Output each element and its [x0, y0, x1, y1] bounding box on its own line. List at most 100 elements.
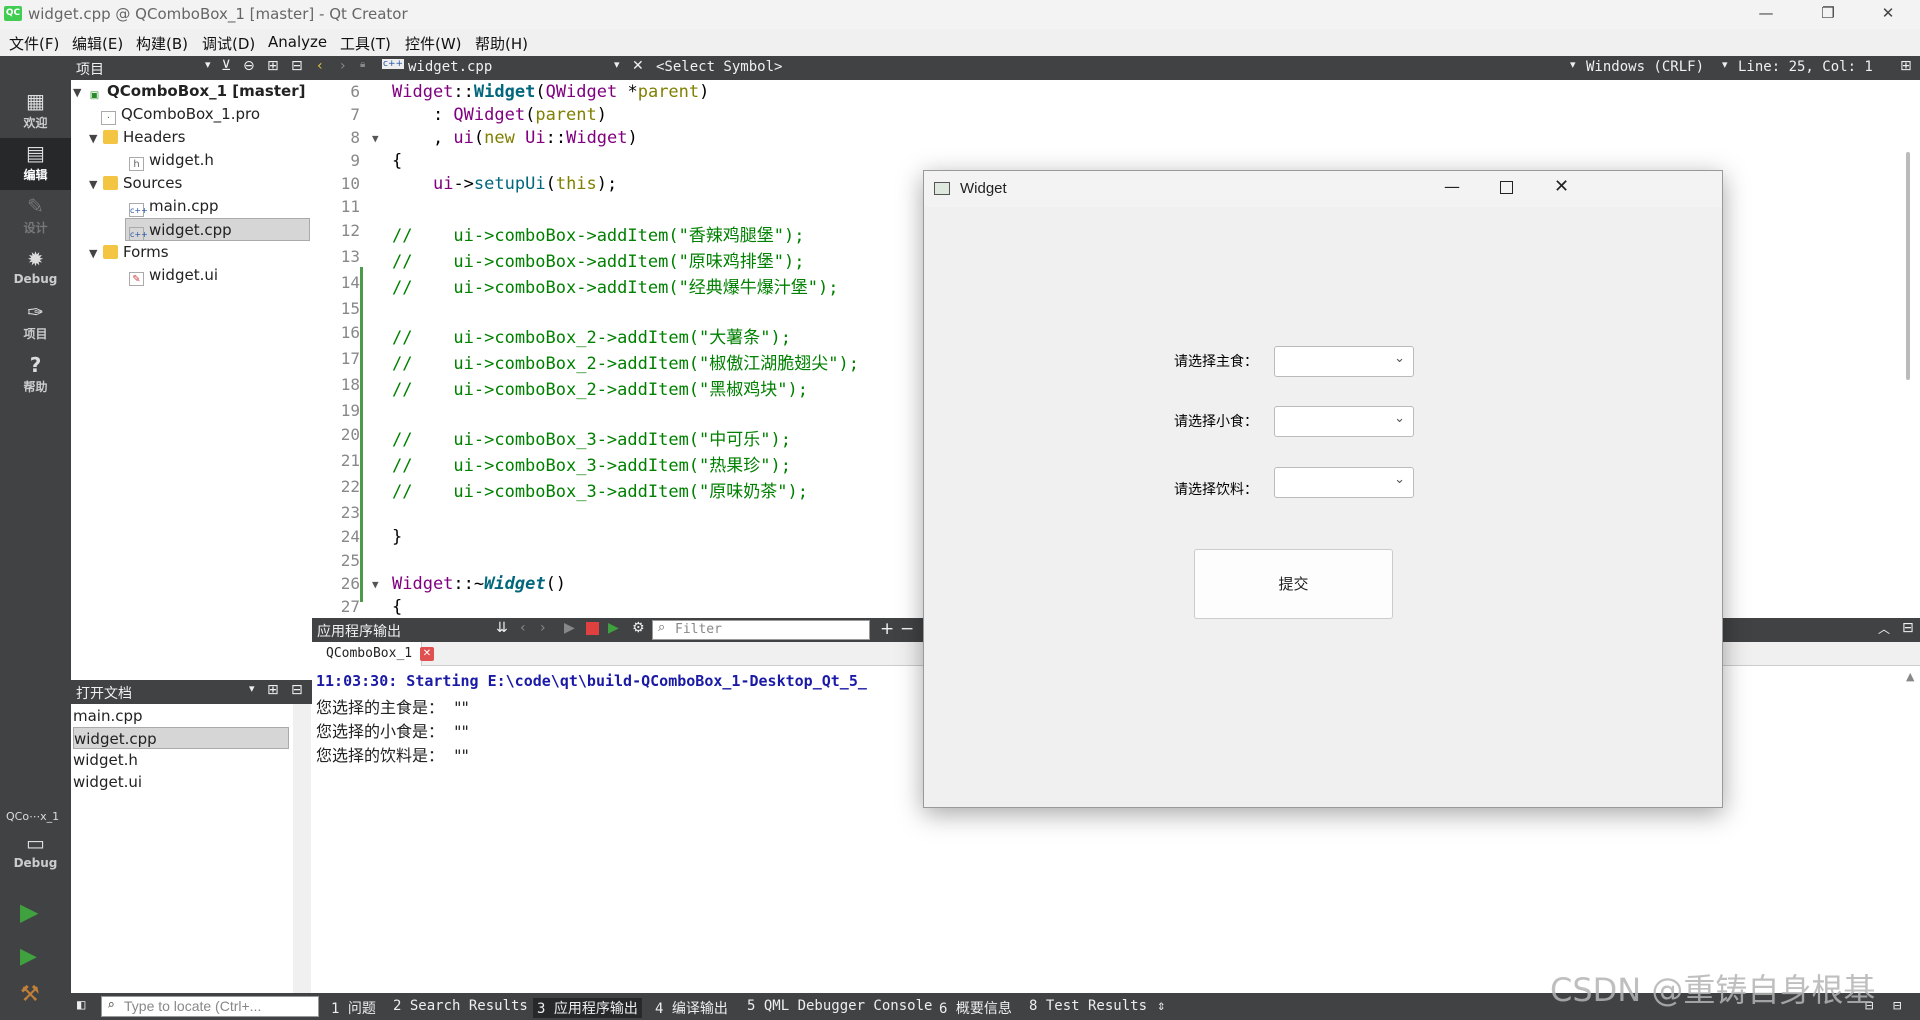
status-tab-qml[interactable]: 5 QML Debugger Console: [747, 998, 932, 1014]
debug-icon[interactable]: ▶: [608, 620, 619, 636]
maximize-pane-icon[interactable]: ︿: [1878, 620, 1890, 637]
status-tab-compile[interactable]: 4 编译输出: [655, 998, 728, 1018]
dropdown-icon[interactable]: ▾: [205, 58, 211, 71]
open-doc-item[interactable]: main.cpp: [73, 705, 289, 727]
project-pane-title[interactable]: 项目: [76, 59, 104, 79]
menu-build[interactable]: 构建(B): [136, 33, 188, 54]
open-doc-item[interactable]: widget.ui: [73, 771, 289, 793]
symbol-dropdown-icon[interactable]: ▾: [1570, 58, 1576, 71]
mode-help[interactable]: ? 帮助: [0, 350, 71, 402]
restore-button[interactable]: ❐: [1800, 0, 1856, 29]
filter-icon[interactable]: ⊻: [221, 58, 231, 74]
encoding-dropdown-icon[interactable]: ▾: [1722, 58, 1728, 71]
menu-help[interactable]: 帮助(H): [475, 33, 528, 54]
menu-file[interactable]: 文件(F): [9, 33, 59, 54]
submit-button[interactable]: 提交: [1194, 549, 1393, 619]
prev-icon[interactable]: ‹: [520, 620, 526, 636]
tree-forms-folder[interactable]: ▼ Forms: [89, 241, 169, 264]
debug-run-button[interactable]: ▶: [20, 944, 37, 969]
split-icon[interactable]: ⊞: [1900, 58, 1912, 74]
open-docs-title[interactable]: 打开文档: [76, 683, 132, 703]
attach-icon[interactable]: ⇊: [496, 620, 508, 636]
cursor-position[interactable]: Line: 25, Col: 1: [1738, 59, 1873, 75]
mode-debug[interactable]: ✹ Debug: [0, 244, 71, 296]
line-ending[interactable]: Windows (CRLF): [1586, 59, 1704, 75]
tree-widget-h[interactable]: h widget.h: [129, 149, 214, 172]
line-number: 18: [340, 375, 360, 394]
main-food-combobox[interactable]: ⌄: [1274, 346, 1414, 377]
forward-icon[interactable]: ›: [340, 58, 346, 74]
settings-gear-icon[interactable]: ⚙: [632, 620, 645, 636]
output-toggle-icon[interactable]: ⊟: [1893, 998, 1901, 1014]
status-tab-general[interactable]: 6 概要信息: [939, 998, 1012, 1018]
locator-input[interactable]: Type to locate (Ctrl+...: [101, 996, 319, 1017]
fold-marker-icon[interactable]: ▼: [372, 578, 379, 591]
dropdown-icon[interactable]: ▾: [249, 682, 255, 695]
zoom-in-icon[interactable]: +: [880, 619, 894, 639]
line-number: 10: [340, 174, 360, 193]
mode-design[interactable]: ✎ 设计: [0, 191, 71, 243]
output-tab[interactable]: QComboBox_1: [312, 642, 422, 666]
rerun-icon[interactable]: ▶: [564, 620, 575, 636]
split-icon[interactable]: ⊞: [267, 58, 279, 74]
menu-controls[interactable]: 控件(W): [405, 33, 462, 54]
zoom-out-icon[interactable]: −: [900, 619, 914, 639]
close-tab-icon[interactable]: ✕: [420, 647, 434, 661]
scrollbar[interactable]: [293, 704, 311, 994]
tree-headers-folder[interactable]: ▼ Headers: [89, 126, 185, 149]
current-file[interactable]: widget.cpp: [408, 59, 492, 75]
status-tab-app-output[interactable]: 3 应用程序输出: [533, 998, 642, 1018]
status-tab-search[interactable]: 2 Search Results: [393, 998, 528, 1014]
tree-main-cpp[interactable]: c++main.cpp: [129, 195, 219, 218]
open-doc-item[interactable]: widget.h: [73, 749, 289, 771]
split-icon[interactable]: ⊞: [267, 682, 279, 698]
toggle-sidebar-icon[interactable]: ◧: [77, 997, 85, 1013]
pencil-icon: ✎: [27, 194, 44, 218]
file-dropdown-icon[interactable]: ▾: [614, 58, 620, 71]
kit-selector[interactable]: ▭ Debug: [0, 828, 71, 880]
stop-icon[interactable]: [586, 622, 599, 635]
snack-combobox[interactable]: ⌄: [1274, 406, 1414, 437]
back-icon[interactable]: ‹: [317, 58, 323, 74]
open-doc-item[interactable]: widget.cpp: [73, 727, 289, 749]
symbol-selector[interactable]: <Select Symbol>: [656, 59, 782, 75]
collapse-icon: ▼: [89, 247, 98, 260]
menu-edit[interactable]: 编辑(E): [72, 33, 123, 54]
more-tabs-icon[interactable]: ⇕: [1157, 998, 1165, 1014]
status-tab-tests[interactable]: 8 Test Results: [1029, 998, 1147, 1014]
line-number: 7: [350, 105, 360, 124]
status-tab-issues[interactable]: 1 问题: [331, 998, 376, 1018]
tree-pro-file[interactable]: · QComboBox_1.pro: [101, 103, 260, 126]
editor-scrollbar[interactable]: [1906, 152, 1910, 380]
close-pane-icon[interactable]: ⊟: [1902, 620, 1914, 636]
tree-widget-ui[interactable]: ✎ widget.ui: [129, 264, 218, 287]
close-pane-icon[interactable]: ⊟: [291, 58, 303, 74]
fold-marker-icon[interactable]: ▼: [372, 132, 379, 145]
next-icon[interactable]: ›: [540, 620, 546, 636]
tree-widget-cpp[interactable]: c++widget.cpp: [125, 218, 310, 241]
menu-analyze[interactable]: Analyze: [268, 33, 327, 51]
output-filter-input[interactable]: Filter: [652, 620, 870, 640]
menu-debug[interactable]: 调试(D): [202, 33, 255, 54]
minimize-button[interactable]: —: [1738, 0, 1794, 29]
mode-projects[interactable]: ✑ 项目: [0, 297, 71, 349]
scroll-up-icon[interactable]: ▲: [1906, 670, 1914, 683]
drink-combobox[interactable]: ⌄: [1274, 467, 1414, 498]
tree-sources-folder[interactable]: ▼ Sources: [89, 172, 182, 195]
mode-edit[interactable]: ▤ 编辑: [0, 138, 71, 190]
mode-welcome[interactable]: ▦ 欢迎: [0, 86, 71, 138]
build-button[interactable]: ⚒: [20, 982, 40, 1007]
run-button[interactable]: ▶: [20, 898, 38, 926]
tree-project-root[interactable]: ▼ ▣ QComboBox_1 [master]: [73, 80, 305, 103]
minimize-icon[interactable]: —: [1444, 177, 1460, 196]
close-file-icon[interactable]: ✕: [632, 58, 644, 74]
close-icon[interactable]: ✕: [1554, 176, 1569, 197]
cpp-file-icon: c++: [129, 203, 148, 217]
close-button[interactable]: ✕: [1860, 0, 1916, 29]
link-icon[interactable]: ⊖: [243, 58, 255, 74]
output-line: 您选择的小食是： "": [316, 722, 469, 741]
watermark: CSDN @重铸自身根基: [1550, 971, 1876, 1009]
close-pane-icon[interactable]: ⊟: [291, 682, 303, 698]
maximize-icon[interactable]: [1500, 181, 1513, 194]
menu-tools[interactable]: 工具(T): [340, 33, 391, 54]
